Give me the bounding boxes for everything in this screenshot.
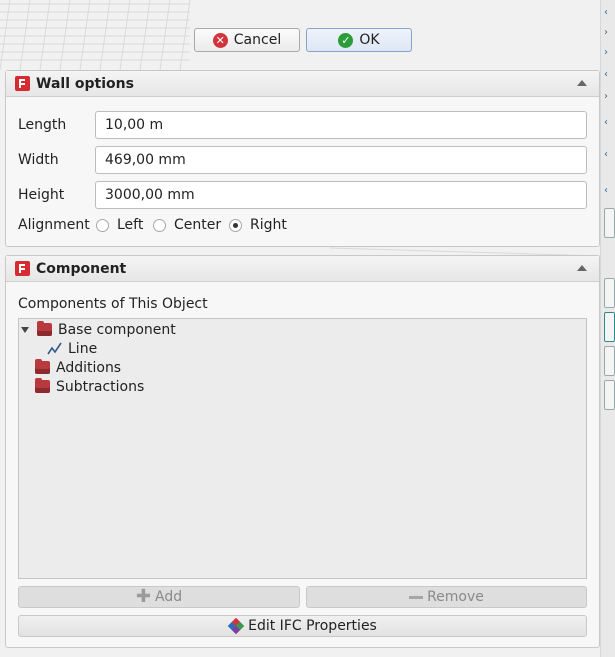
components-list-label: Components of This Object (18, 296, 208, 312)
tool-glyph-icon[interactable]: › (604, 48, 614, 58)
length-label: Length (18, 117, 67, 133)
alignment-radio-group: Left Center Right (96, 217, 396, 235)
side-tool-button[interactable] (604, 346, 615, 376)
side-tool-button[interactable] (604, 312, 615, 342)
alignment-right-label[interactable]: Right (250, 217, 287, 233)
width-field[interactable]: 469,00 mm (95, 146, 587, 174)
edit-ifc-properties-button[interactable]: Edit IFC Properties (18, 615, 587, 637)
tree-item-subtractions[interactable]: Subtractions (35, 377, 144, 396)
expand-arrow-icon[interactable] (21, 326, 29, 333)
folder-icon (35, 359, 50, 374)
folder-icon (37, 321, 52, 336)
components-tree[interactable]: Base component Line Additions Subtractio… (18, 318, 587, 579)
alignment-center-radio[interactable] (153, 219, 166, 232)
collapse-arrow-icon[interactable] (577, 265, 587, 271)
line-icon (47, 342, 62, 354)
side-tool-button[interactable] (604, 380, 615, 410)
remove-label: Remove (427, 589, 484, 605)
tree-item-label: Subtractions (56, 378, 145, 395)
alignment-center-label[interactable]: Center (174, 217, 221, 233)
tree-item-label: Base component (58, 321, 176, 338)
side-toolbar-strip: ‹ › › ‹ › ‹ ‹ ‹ (600, 0, 615, 657)
ok-button[interactable]: ✓ OK (306, 28, 412, 52)
side-tool-button[interactable] (604, 208, 615, 238)
tree-item-label: Additions (56, 359, 122, 376)
edit-ifc-label: Edit IFC Properties (248, 618, 377, 634)
tool-glyph-icon[interactable]: ‹ (604, 118, 614, 128)
panel-title: Wall options (36, 75, 134, 92)
checkmark-icon: ✓ (338, 32, 354, 48)
tool-glyph-icon[interactable]: › (604, 92, 614, 102)
folder-icon (35, 378, 50, 393)
component-header[interactable]: Component (6, 256, 599, 282)
wall-options-panel: Wall options Length 10,00 m Width 469,00… (5, 70, 600, 247)
tool-glyph-icon[interactable]: › (604, 28, 614, 38)
tree-item-label: Line (68, 340, 98, 357)
length-field[interactable]: 10,00 m (95, 111, 587, 139)
add-label: Add (154, 589, 183, 605)
alignment-left-radio[interactable] (96, 219, 109, 232)
tool-glyph-icon[interactable]: ‹ (604, 186, 614, 196)
height-label: Height (18, 187, 65, 203)
cancel-button[interactable]: ✕ Cancel (194, 28, 300, 52)
alignment-label: Alignment (18, 217, 90, 233)
freecad-logo-icon (15, 261, 30, 276)
tool-glyph-icon[interactable]: ‹ (604, 70, 614, 80)
collapse-arrow-icon[interactable] (577, 80, 587, 86)
component-panel: Component Components of This Object Base… (5, 255, 600, 648)
tree-item-line[interactable]: Line (47, 339, 97, 358)
height-field[interactable]: 3000,00 mm (95, 181, 587, 209)
panel-title: Component (36, 260, 127, 277)
remove-button[interactable]: Remove (306, 586, 587, 608)
alignment-right-radio[interactable] (229, 219, 242, 232)
ok-label: OK (359, 32, 380, 48)
freecad-logo-icon (15, 76, 30, 91)
ifc-icon (228, 618, 245, 634)
tool-glyph-icon[interactable]: ‹ (604, 150, 614, 160)
minus-icon (409, 595, 424, 599)
side-tool-button[interactable] (604, 278, 615, 308)
cancel-label: Cancel (233, 32, 282, 48)
tree-item-base-component[interactable]: Base component (21, 320, 176, 339)
width-label: Width (18, 152, 59, 168)
tool-glyph-icon[interactable]: ‹ (604, 8, 614, 18)
plus-icon: ✚ (135, 586, 151, 607)
add-button[interactable]: ✚ Add (18, 586, 300, 608)
wall-options-header[interactable]: Wall options (6, 71, 599, 97)
alignment-left-label[interactable]: Left (117, 217, 143, 233)
cancel-icon: ✕ (212, 32, 228, 48)
tree-item-additions[interactable]: Additions (35, 358, 121, 377)
